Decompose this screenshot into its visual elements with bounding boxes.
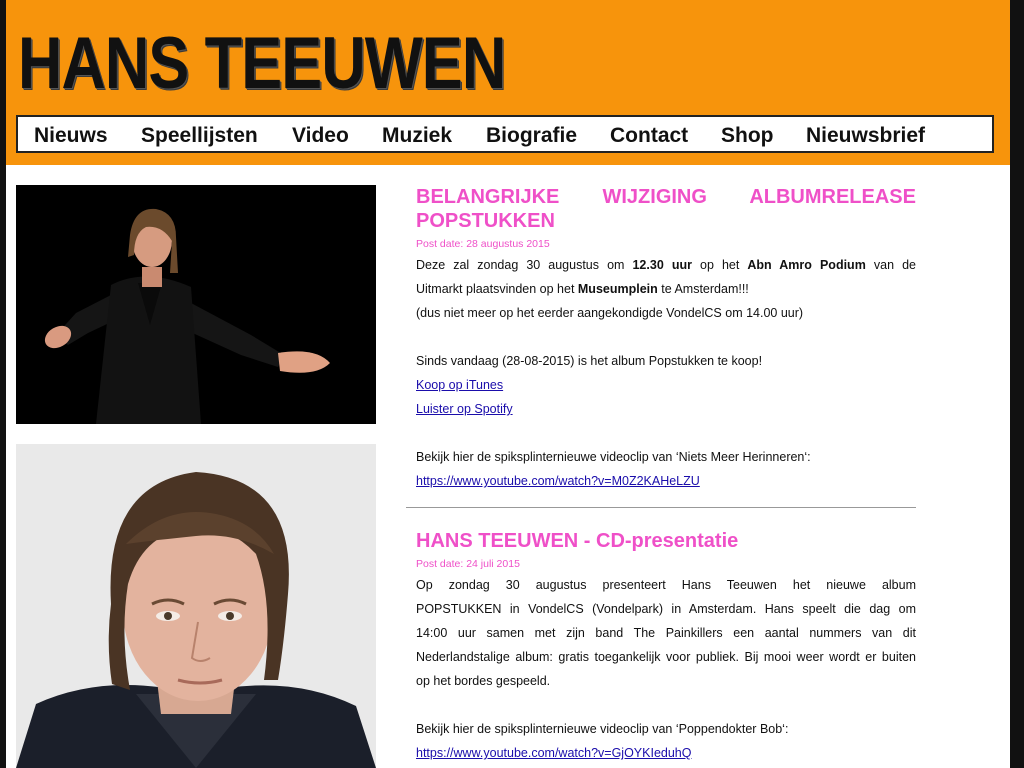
youtube-link[interactable]: https://www.youtube.com/watch?v=GjOYKIed… [416,746,691,760]
stage-performer-image [16,185,376,424]
stage-photo [16,185,376,424]
post-text-bold: Museumplein [577,282,658,296]
post-paragraph: Bekijk hier de spiksplinternieuwe videoc… [416,722,789,736]
portrait-photo [16,444,376,768]
portrait-image [16,444,376,768]
post-text: Uitmarkt plaatsvinden op het [416,282,578,296]
site-logo[interactable]: HANS TEEUWEN [18,26,506,102]
news-post: HANS TEEUWEN - CD-presentatie Post date:… [416,529,916,765]
post-paragraph-line: POPSTUKKEN in VondelCS (Vondelpark) in A… [416,602,916,616]
spotify-link[interactable]: Luister op Spotify [416,402,513,416]
post-text: Deze zal zondag 30 augustus om [416,258,633,272]
post-paragraph: https://www.youtube.com/watch?v=GjOYKIed… [416,741,916,765]
main-nav: Nieuws Speellijsten Video Muziek Biograf… [16,115,994,153]
post-text: van de [865,258,916,272]
nav-item-nieuwsbrief[interactable]: Nieuwsbrief [806,125,925,147]
post-paragraph-line: op het bordes gespeeld. [416,674,551,688]
page: HANS TEEUWEN Nieuws Speellijsten Video M… [6,0,1010,768]
nav-item-contact[interactable]: Contact [610,125,688,147]
post-paragraph-line: Op zondag 30 augustus presenteert Hans T… [416,578,916,592]
post-paragraph-line: 14:00 uur samen met zijn band The Painki… [416,626,916,640]
post-title-line[interactable]: POPSTUKKEN [416,209,916,233]
post-paragraph: Sinds vandaag (28-08-2015) is het album … [416,354,763,368]
nav-item-biografie[interactable]: Biografie [486,125,577,147]
post-paragraph: Uitmarkt plaatsvinden op het Museumplein… [416,277,916,301]
post-body: Deze zal zondag 30 augustus om 12.30 uur… [416,253,916,493]
post-text-bold: 12.30 uur [632,258,692,272]
post-paragraph-line: Nederlandstalige album: gratis toegankel… [416,650,916,664]
post-paragraph: Koop op iTunes [416,373,916,397]
nav-item-speellijsten[interactable]: Speellijsten [141,125,258,147]
post-paragraph: Deze zal zondag 30 augustus om 12.30 uur… [416,253,916,277]
post-paragraph: https://www.youtube.com/watch?v=M0Z2KAHe… [416,469,916,493]
post-paragraph: (dus niet meer op het eerder aangekondig… [416,306,804,320]
post-separator [406,507,916,508]
site-header: HANS TEEUWEN Nieuws Speellijsten Video M… [6,0,1010,165]
post-title[interactable]: HANS TEEUWEN - CD-presentatie [416,529,916,553]
post-text: op het [691,258,748,272]
nav-item-shop[interactable]: Shop [721,125,774,147]
post-text-bold: Abn Amro Podium [747,258,866,272]
post-title[interactable]: BELANGRIJKE WIJZIGING ALBUMRELEASE POPST… [416,185,916,233]
post-paragraph: Bekijk hier de spiksplinternieuwe videoc… [416,450,811,464]
news-post: BELANGRIJKE WIJZIGING ALBUMRELEASE POPST… [416,185,916,493]
itunes-link[interactable]: Koop op iTunes [416,378,503,392]
post-body: Op zondag 30 augustus presenteert Hans T… [416,573,916,765]
nav-item-nieuws[interactable]: Nieuws [34,125,108,147]
post-paragraph: Luister op Spotify [416,397,916,421]
youtube-link[interactable]: https://www.youtube.com/watch?v=M0Z2KAHe… [416,474,700,488]
post-text: te Amsterdam!!! [657,282,749,296]
nav-item-video[interactable]: Video [292,125,349,147]
nav-item-muziek[interactable]: Muziek [382,125,452,147]
post-title-line[interactable]: BELANGRIJKE WIJZIGING ALBUMRELEASE [416,185,916,209]
post-date: Post date: 24 juli 2015 [416,558,520,570]
post-date: Post date: 28 augustus 2015 [416,238,550,250]
